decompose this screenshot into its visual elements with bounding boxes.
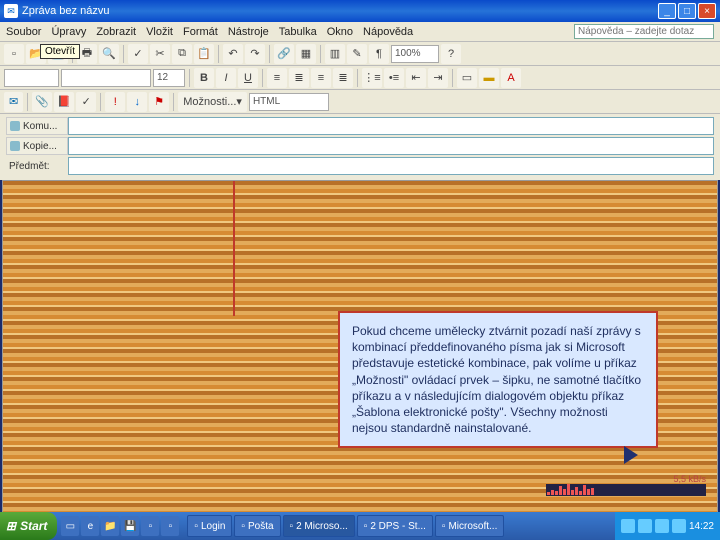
person-icon	[10, 121, 20, 131]
address-book-button[interactable]: 📕	[54, 92, 74, 112]
zoom-select[interactable]: 100%	[391, 45, 439, 63]
ql-app1[interactable]: ▫	[141, 516, 159, 536]
send-button[interactable]: ✉	[4, 92, 23, 112]
font-size-select[interactable]: 12	[153, 69, 185, 87]
copy-button[interactable]: ⧉	[172, 44, 192, 64]
flag-button[interactable]: ⚑	[149, 92, 169, 112]
network-graph	[546, 484, 706, 496]
drawing-button[interactable]: ✎	[347, 44, 367, 64]
windows-icon: ⊞	[6, 519, 16, 533]
outdent-button[interactable]: ⇤	[406, 68, 426, 88]
attach-button[interactable]: 📎	[32, 92, 52, 112]
align-right-button[interactable]: ≡	[311, 68, 331, 88]
numbering-button[interactable]: ⋮≡	[362, 68, 382, 88]
ql-explorer[interactable]: 📁	[101, 516, 119, 536]
highlight-button[interactable]: ▬	[479, 68, 499, 88]
tray-icon[interactable]	[638, 519, 652, 533]
cc-input[interactable]	[68, 137, 714, 155]
quick-launch: ▭ e 📁 💾 ▫ ▫	[57, 516, 183, 536]
show-marks-button[interactable]: ¶	[369, 44, 389, 64]
format-select[interactable]: HTML	[249, 93, 329, 111]
to-button[interactable]: Komu...	[6, 117, 68, 135]
font-select[interactable]	[61, 69, 151, 87]
task-login[interactable]: ▫Login	[187, 515, 232, 537]
tooltip: Otevřít	[40, 44, 80, 59]
start-button[interactable]: ⊞ Start	[0, 512, 57, 540]
align-left-button[interactable]: ≡	[267, 68, 287, 88]
toolbar-formatting: 12 B I U ≡ ≣ ≡ ≣ ⋮≡ •≡ ⇤ ⇥ ▭ ▬ A	[0, 66, 720, 90]
maximize-button[interactable]: □	[678, 3, 696, 19]
window-title: Zpráva bez názvu	[22, 5, 658, 17]
options-button[interactable]: Možnosti... ▾	[178, 92, 247, 112]
border-button[interactable]: ▭	[457, 68, 477, 88]
instruction-callout: Pokud chceme umělecky ztvárnit pozadí na…	[338, 311, 658, 448]
help-search-input[interactable]	[574, 24, 714, 39]
mail-header-fields: Komu... Kopie... Předmět:	[0, 114, 720, 180]
help-button[interactable]: ?	[441, 44, 461, 64]
menu-soubor[interactable]: Soubor	[6, 26, 41, 38]
to-input[interactable]	[68, 117, 714, 135]
ql-desktop[interactable]: ▭	[61, 516, 79, 536]
play-icon[interactable]	[624, 446, 638, 464]
network-monitor: 5,5 kB/s	[546, 474, 706, 500]
tray-icon[interactable]	[621, 519, 635, 533]
menu-vlozit[interactable]: Vložit	[146, 26, 173, 38]
table-button[interactable]: ▦	[296, 44, 316, 64]
menu-nastroje[interactable]: Nástroje	[228, 26, 269, 38]
task-dps[interactable]: ▫2 DPS - St...	[357, 515, 433, 537]
toolbar-standard: ▫ 📂 💾 🖶 🔍 ✓ ✂ ⧉ 📋 ↶ ↷ 🔗 ▦ ▥ ✎ ¶ 100% ?	[0, 42, 720, 66]
redo-button[interactable]: ↷	[245, 44, 265, 64]
undo-button[interactable]: ↶	[223, 44, 243, 64]
importance-high-button[interactable]: !	[105, 92, 125, 112]
titlebar: ✉ Zpráva bez názvu _ □ ×	[0, 0, 720, 22]
tray-icon[interactable]	[655, 519, 669, 533]
toolbar-mail: ✉ 📎 📕 ✓ ! ↓ ⚑ Možnosti... ▾ HTML	[0, 90, 720, 114]
task-ms2[interactable]: ▫Microsoft...	[435, 515, 504, 537]
ql-ie[interactable]: e	[81, 516, 99, 536]
menu-napoveda[interactable]: Nápověda	[363, 26, 413, 38]
preview-button[interactable]: 🔍	[99, 44, 119, 64]
menu-upravy[interactable]: Úpravy	[51, 26, 86, 38]
minimize-button[interactable]: _	[658, 3, 676, 19]
person-icon	[10, 141, 20, 151]
menu-okno[interactable]: Okno	[327, 26, 353, 38]
bullets-button[interactable]: •≡	[384, 68, 404, 88]
align-center-button[interactable]: ≣	[289, 68, 309, 88]
task-buttons: ▫Login ▫Pošta ▫2 Microso... ▫2 DPS - St.…	[183, 515, 615, 537]
indent-button[interactable]: ⇥	[428, 68, 448, 88]
clock: 14:22	[689, 521, 714, 532]
cut-button[interactable]: ✂	[150, 44, 170, 64]
underline-button[interactable]: U	[238, 68, 258, 88]
menubar: Soubor Úpravy Zobrazit Vložit Formát Nás…	[0, 22, 720, 42]
importance-low-button[interactable]: ↓	[127, 92, 147, 112]
cc-button[interactable]: Kopie...	[6, 137, 68, 155]
paste-button[interactable]: 📋	[194, 44, 214, 64]
subject-input[interactable]	[68, 157, 714, 175]
menu-format[interactable]: Formát	[183, 26, 218, 38]
justify-button[interactable]: ≣	[333, 68, 353, 88]
ql-save[interactable]: 💾	[121, 516, 139, 536]
style-select[interactable]	[4, 69, 59, 87]
font-color-button[interactable]: A	[501, 68, 521, 88]
subject-label: Předmět:	[6, 157, 68, 175]
tray-icon[interactable]	[672, 519, 686, 533]
app-icon: ✉	[4, 4, 18, 18]
ql-app2[interactable]: ▫	[161, 516, 179, 536]
task-microsoft[interactable]: ▫2 Microso...	[283, 515, 355, 537]
new-button[interactable]: ▫	[4, 44, 24, 64]
system-tray[interactable]: 14:22	[615, 512, 720, 540]
task-posta[interactable]: ▫Pošta	[234, 515, 280, 537]
taskbar: ⊞ Start ▭ e 📁 💾 ▫ ▫ ▫Login ▫Pošta ▫2 Mic…	[0, 512, 720, 540]
link-button[interactable]: 🔗	[274, 44, 294, 64]
callout-connector	[233, 181, 235, 316]
italic-button[interactable]: I	[216, 68, 236, 88]
bold-button[interactable]: B	[194, 68, 214, 88]
close-button[interactable]: ×	[698, 3, 716, 19]
menu-zobrazit[interactable]: Zobrazit	[96, 26, 136, 38]
columns-button[interactable]: ▥	[325, 44, 345, 64]
menu-tabulka[interactable]: Tabulka	[279, 26, 317, 38]
check-names-button[interactable]: ✓	[76, 92, 96, 112]
spell-button[interactable]: ✓	[128, 44, 148, 64]
